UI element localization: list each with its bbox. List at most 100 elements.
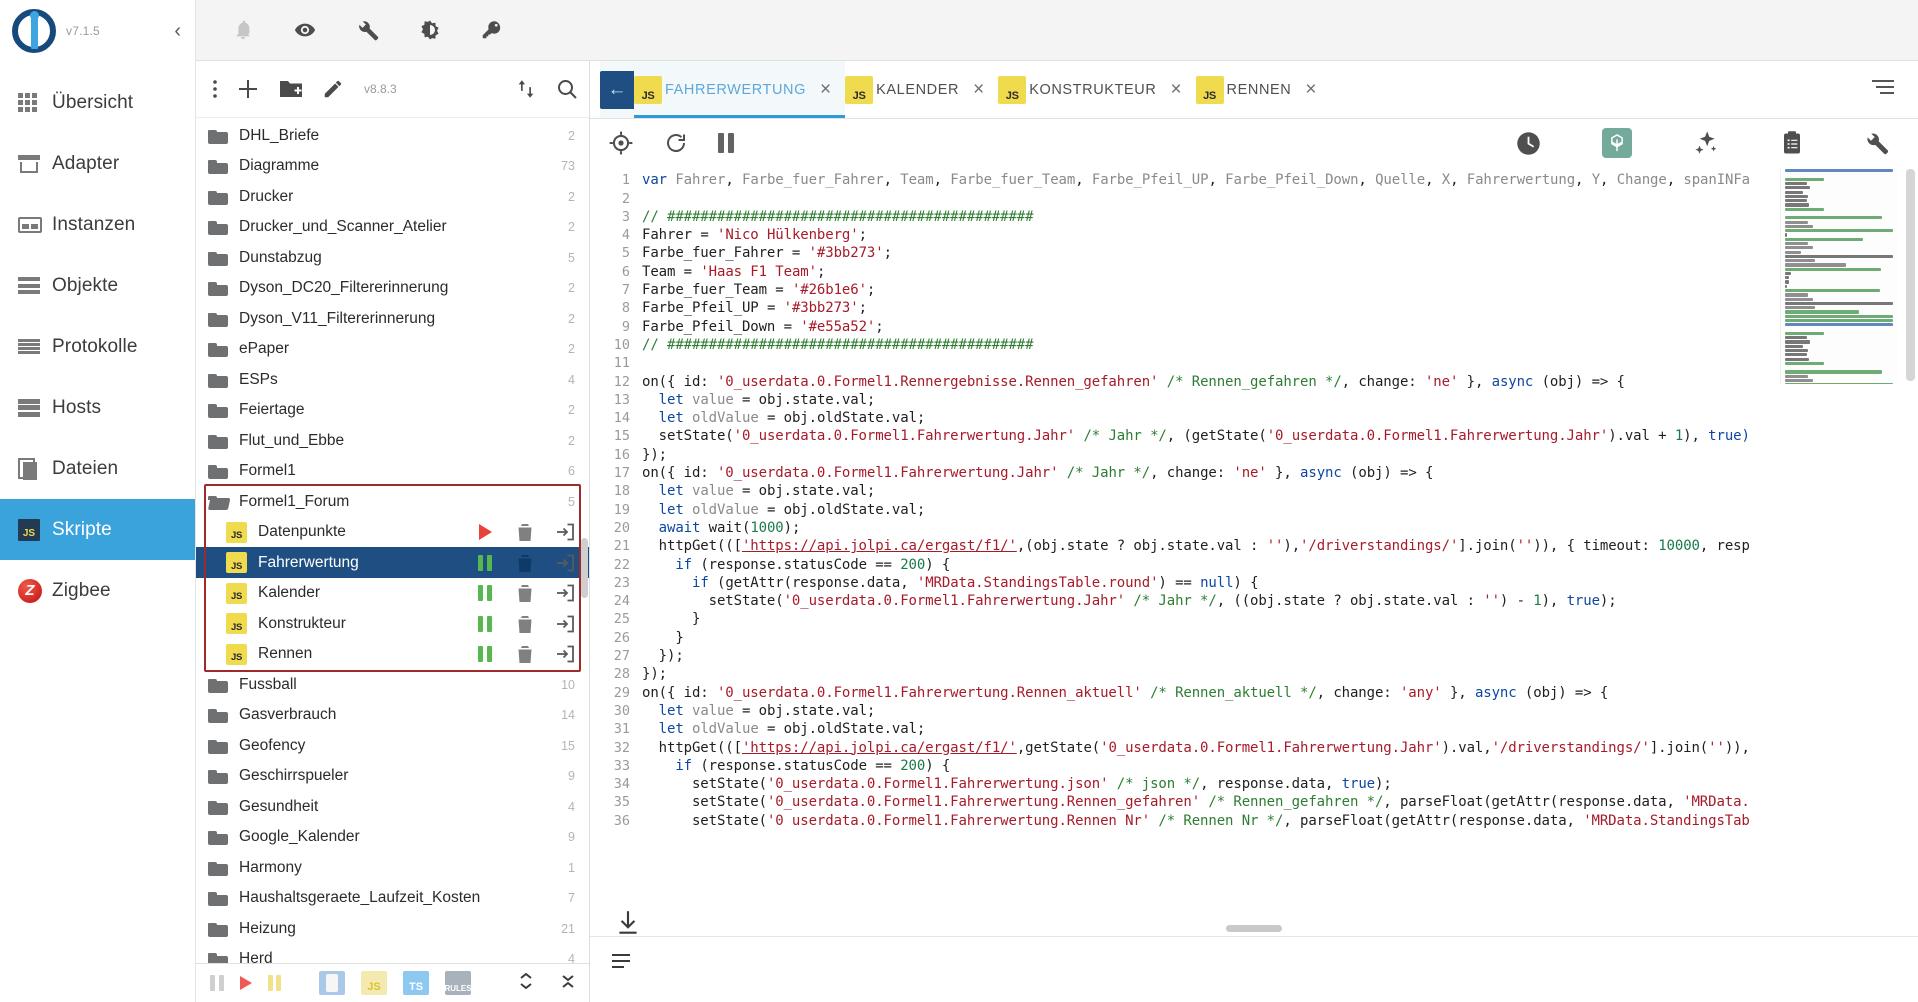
tree-folder-row[interactable]: Dunstabzug 5 [196, 242, 589, 273]
export-icon[interactable] [555, 553, 575, 573]
tree-folder-row[interactable]: Dyson_V11_Filtererinnerung 2 [196, 303, 589, 334]
collapse-sidebar-button[interactable]: ‹ [174, 21, 181, 41]
code-minimap[interactable] [1780, 169, 1898, 385]
export-icon[interactable] [555, 522, 575, 542]
tree-vertical-scrollbar[interactable] [581, 538, 588, 599]
pause-yellow-filter-icon[interactable] [267, 974, 281, 991]
tree-folder-row[interactable]: Flut_und_Ebbe 2 [196, 425, 589, 456]
sidebar-item-skripte[interactable]: JS Skripte [0, 499, 195, 560]
pause-icon[interactable] [478, 585, 492, 602]
js-chip[interactable]: JS [361, 970, 387, 995]
tree-folder-row[interactable]: Drucker 2 [196, 181, 589, 212]
bell-icon[interactable] [232, 18, 254, 42]
eye-icon[interactable] [292, 19, 318, 41]
tree-folder-row[interactable]: Google_Kalender 9 [196, 822, 589, 853]
wrench-icon[interactable] [1864, 130, 1890, 156]
sidebar-item-zigbee[interactable]: Z Zigbee [0, 560, 195, 621]
close-icon[interactable]: × [973, 80, 984, 99]
export-icon[interactable] [555, 583, 575, 603]
play-filter-icon[interactable] [239, 975, 252, 990]
sidebar-item-instanzen[interactable]: Instanzen [0, 194, 195, 255]
sidebar-item-uebersicht[interactable]: Übersicht [0, 72, 195, 133]
tree-script-row[interactable]: JS Rennen [196, 639, 589, 670]
clipboard-icon[interactable] [1780, 130, 1804, 156]
tree-script-row[interactable]: JS Kalender [196, 578, 589, 609]
tree-folder-row[interactable]: Gesundheit 4 [196, 791, 589, 822]
download-icon[interactable] [608, 903, 648, 943]
close-icon[interactable]: × [820, 80, 831, 99]
minimap-line [1785, 220, 1808, 224]
pencil-icon[interactable] [322, 78, 344, 100]
expert-icon[interactable] [480, 18, 502, 42]
tree-folder-row[interactable]: Gasverbrauch 14 [196, 700, 589, 731]
sidebar-item-objekte[interactable]: Objekte [0, 255, 195, 316]
tree-folder-row[interactable]: Formel1_Forum 5 [196, 486, 589, 517]
locate-icon[interactable] [608, 130, 634, 156]
editor-tab[interactable]: JS KALENDER × [845, 61, 998, 118]
contrast-icon[interactable] [418, 18, 442, 42]
log-list-icon[interactable] [610, 951, 632, 976]
tree-folder-row[interactable]: Drucker_und_Scanner_Atelier 2 [196, 212, 589, 243]
tree-folder-row[interactable]: Dyson_DC20_Filtererinnerung 2 [196, 273, 589, 304]
tree-folder-row[interactable]: Herd 4 [196, 944, 589, 963]
sidebar-item-protokolle[interactable]: Protokolle [0, 316, 195, 377]
delete-icon[interactable] [515, 644, 535, 664]
tree-folder-row[interactable]: Heizung 21 [196, 913, 589, 944]
tree-folder-row[interactable]: Fussball 10 [196, 669, 589, 700]
blockly-chip[interactable] [319, 970, 345, 995]
tree-script-row[interactable]: JS Datenpunkte [196, 517, 589, 548]
back-arrow-icon[interactable]: ← [600, 70, 634, 109]
pause-icon[interactable] [478, 615, 492, 632]
sort-icon[interactable] [515, 77, 537, 101]
ts-chip[interactable]: TS [403, 970, 429, 995]
tree-folder-row[interactable]: ePaper 2 [196, 334, 589, 365]
tree-folder-row[interactable]: ESPs 4 [196, 364, 589, 395]
plus-icon[interactable] [236, 77, 260, 101]
play-icon[interactable] [478, 524, 492, 541]
pause-icon[interactable] [478, 554, 492, 571]
code-horizontal-scrollbar[interactable] [1226, 925, 1282, 932]
sparkle-icon[interactable] [1692, 129, 1720, 157]
reload-icon[interactable] [664, 131, 688, 155]
sidebar-item-adapter[interactable]: Adapter [0, 133, 195, 194]
close-icon[interactable]: × [1305, 80, 1316, 99]
tree-folder-row[interactable]: Geofency 15 [196, 730, 589, 761]
search-icon[interactable] [555, 77, 579, 101]
kebab-menu-icon[interactable] [212, 78, 218, 100]
editor-tab[interactable]: JS RENNEN × [1195, 61, 1331, 118]
script-tree-scroll[interactable]: DHL_Briefe 2 Diagramme 73 Drucker 2 Drucker_un… [196, 118, 589, 963]
tree-folder-row[interactable]: Formel1 6 [196, 456, 589, 487]
delete-icon[interactable] [515, 553, 535, 573]
close-icon[interactable]: × [1170, 80, 1181, 99]
pause-filter-icon[interactable] [210, 974, 224, 991]
new-folder-icon[interactable] [278, 78, 304, 100]
delete-icon[interactable] [515, 614, 535, 634]
export-icon[interactable] [555, 644, 575, 664]
code-editor-surface[interactable]: 1 var Fahrer, Farbe_fuer_Fahrer, Team, Fa… [590, 167, 1918, 936]
code-vertical-scrollbar[interactable] [1906, 169, 1915, 382]
sidebar-item-hosts[interactable]: Hosts [0, 377, 195, 438]
tree-folder-row[interactable]: DHL_Briefe 2 [196, 120, 589, 151]
history-icon[interactable] [1515, 130, 1542, 157]
tree-folder-row[interactable]: Diagramme 73 [196, 151, 589, 182]
collapse-all-icon[interactable] [559, 970, 577, 996]
tree-script-row[interactable]: JS Konstrukteur [196, 608, 589, 639]
pause-icon[interactable] [478, 646, 492, 663]
editor-tab[interactable]: JS KONSTRUKTEUR × [998, 61, 1195, 118]
tab-menu-icon[interactable] [1870, 77, 1896, 102]
delete-icon[interactable] [515, 583, 535, 603]
tree-folder-row[interactable]: Harmony 1 [196, 852, 589, 883]
tree-folder-row[interactable]: Haushaltsgeraete_Laufzeit_Kosten 7 [196, 883, 589, 914]
pause-icon[interactable] [718, 133, 734, 154]
tree-folder-row[interactable]: Feiertage 2 [196, 395, 589, 426]
delete-icon[interactable] [515, 522, 535, 542]
tree-folder-row[interactable]: Geschirrspueler 9 [196, 761, 589, 792]
rules-chip[interactable]: RULES [444, 970, 472, 995]
expand-all-icon[interactable] [517, 970, 535, 996]
wrench-icon[interactable] [356, 18, 380, 42]
export-icon[interactable] [555, 614, 575, 634]
sidebar-item-dateien[interactable]: Dateien [0, 438, 195, 499]
editor-tab[interactable]: ← JS FAHRERWERTUNG × [600, 61, 846, 119]
openai-icon[interactable] [1602, 128, 1632, 159]
tree-script-row[interactable]: JS Fahrerwertung [196, 547, 589, 578]
